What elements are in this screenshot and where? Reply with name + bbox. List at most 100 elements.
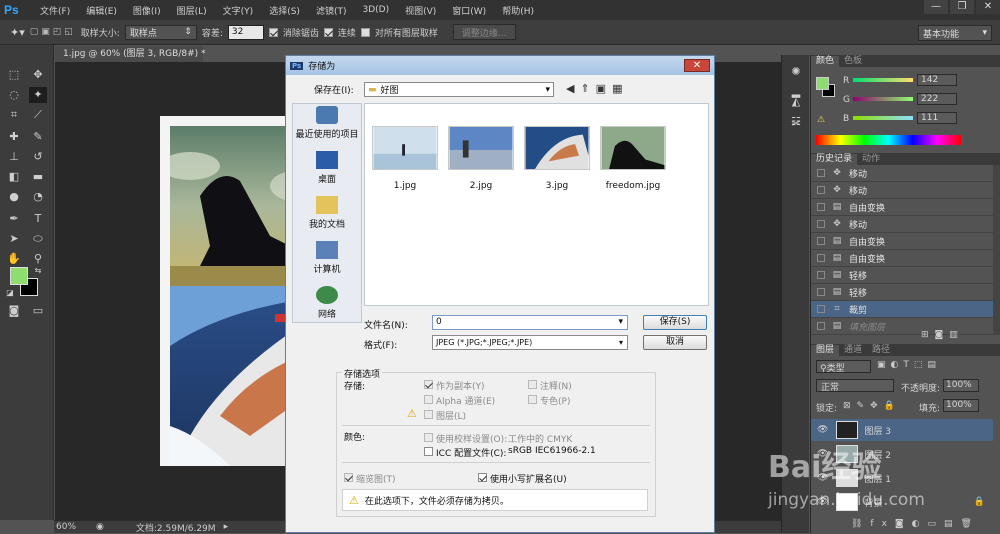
close-icon[interactable]: ✕: [684, 59, 710, 72]
move-tool-icon[interactable]: ✥: [29, 67, 47, 83]
blur-tool-icon[interactable]: ●: [5, 189, 23, 205]
history-brush-icon[interactable]: ↺: [29, 149, 47, 165]
history-item[interactable]: ▤ 轻移: [811, 267, 993, 284]
history-checkbox[interactable]: [817, 169, 825, 177]
marquee-tool-icon[interactable]: ⬚: [5, 67, 23, 83]
menu-filter[interactable]: 滤镜(T): [308, 4, 355, 17]
eraser-tool-icon[interactable]: ◧: [5, 169, 23, 185]
blend-mode-select[interactable]: 正常: [816, 379, 894, 393]
tab-actions[interactable]: 动作: [857, 154, 885, 165]
screen-mode-icon[interactable]: ▭: [29, 303, 47, 319]
menu-select[interactable]: 选择(S): [261, 4, 308, 17]
brush-tool-icon[interactable]: ✎: [29, 129, 47, 145]
nav-buttons[interactable]: ◀⇑▣▦: [566, 82, 628, 95]
history-checkbox[interactable]: [817, 288, 825, 296]
history-checkbox[interactable]: [817, 305, 825, 313]
lock-icons[interactable]: ⊠✎✥🔒: [843, 401, 901, 411]
info-icon[interactable]: ◭: [788, 95, 804, 109]
tab-layers[interactable]: 图层: [811, 345, 840, 356]
restore-button[interactable]: ❐: [950, 0, 974, 14]
gamut-warning-icon[interactable]: ⚠: [817, 115, 825, 125]
brush-presets-icon[interactable]: ✂: [788, 117, 804, 131]
thumbnail-1[interactable]: [372, 126, 438, 170]
menu-type[interactable]: 文字(Y): [215, 4, 262, 17]
menu-view[interactable]: 视图(V): [397, 4, 444, 17]
quick-mask-icon[interactable]: ◙: [5, 303, 23, 319]
visibility-eye-icon[interactable]: 👁: [817, 425, 828, 435]
notes-checkbox[interactable]: [528, 380, 537, 389]
file-name[interactable]: 3.jpg: [522, 181, 592, 191]
history-checkbox[interactable]: [817, 271, 825, 279]
lowercase-ext-checkbox[interactable]: [478, 473, 487, 482]
use-proof-checkbox[interactable]: [424, 433, 433, 442]
history-footer-icons[interactable]: ⊞◙▥: [921, 330, 964, 340]
clone-stamp-icon[interactable]: ⊥: [5, 149, 23, 165]
file-name[interactable]: 2.jpg: [446, 181, 516, 191]
file-name[interactable]: 1.jpg: [370, 181, 440, 191]
thumbnail-4[interactable]: [600, 126, 666, 170]
magic-wand-tool-icon[interactable]: ✦▾: [10, 26, 25, 39]
contiguous-checkbox[interactable]: [323, 27, 333, 37]
ellipse-tool-icon[interactable]: ⬭: [29, 231, 47, 247]
selection-mode-icons[interactable]: ▢▣◰◱: [30, 27, 76, 37]
antialias-checkbox[interactable]: [268, 27, 278, 37]
pen-tool-icon[interactable]: ✒: [5, 211, 23, 227]
r-value-input[interactable]: 142: [917, 74, 957, 86]
filename-input[interactable]: 0 ▾: [432, 315, 628, 330]
tab-color[interactable]: 颜色: [811, 56, 840, 67]
fg-color-swatch[interactable]: [816, 77, 829, 90]
save-in-select[interactable]: ▬ 好图 ▾: [364, 82, 554, 97]
spot-checkbox[interactable]: [528, 395, 537, 404]
refine-edge-button[interactable]: 调整边缘...: [452, 24, 516, 40]
history-checkbox[interactable]: [817, 186, 825, 194]
layer-filter-select[interactable]: ⚲类型: [816, 360, 871, 374]
status-menu-icon[interactable]: ▸: [224, 522, 229, 532]
g-slider[interactable]: [853, 97, 913, 101]
foreground-color-swatch[interactable]: [10, 267, 28, 285]
thumbnail-3[interactable]: [524, 126, 590, 170]
type-tool-icon[interactable]: T: [29, 211, 47, 227]
history-item[interactable]: ▤ 轻移: [811, 284, 993, 301]
icc-checkbox[interactable]: [424, 447, 433, 456]
swap-colors-icon[interactable]: ⇆: [29, 263, 47, 279]
sample-all-layers-checkbox[interactable]: [360, 27, 370, 37]
place-computer[interactable]: 计算机: [294, 241, 360, 275]
place-documents[interactable]: 我的文档: [294, 196, 360, 230]
place-network[interactable]: 网络: [294, 286, 360, 320]
history-item[interactable]: ✥ 移动: [811, 182, 993, 199]
crop-tool-icon[interactable]: ⌗: [5, 107, 23, 123]
history-item[interactable]: ✥ 移动: [811, 165, 993, 182]
place-desktop[interactable]: 桌面: [294, 151, 360, 185]
b-slider[interactable]: [853, 116, 913, 120]
alpha-checkbox[interactable]: [424, 395, 433, 404]
r-slider[interactable]: [853, 78, 913, 82]
as-copy-checkbox[interactable]: [424, 380, 433, 389]
color-ramp[interactable]: [816, 135, 961, 145]
hand-tool-icon[interactable]: ✋: [5, 251, 23, 267]
history-checkbox[interactable]: [817, 237, 825, 245]
b-value-input[interactable]: 111: [917, 112, 957, 124]
history-item-selected[interactable]: ⌗ 裁剪: [811, 301, 993, 318]
menu-help[interactable]: 帮助(H): [494, 4, 542, 17]
sample-size-select[interactable]: 取样点 ⇕: [124, 24, 197, 40]
zoom-level[interactable]: 60%: [56, 522, 76, 532]
fill-input[interactable]: 100%: [943, 399, 979, 412]
dodge-tool-icon[interactable]: ◔: [29, 189, 47, 205]
healing-brush-icon[interactable]: ✚: [5, 129, 23, 145]
workspace-select[interactable]: 基本功能 ▾: [918, 25, 992, 41]
tolerance-input[interactable]: 32: [227, 24, 264, 40]
history-checkbox[interactable]: [817, 254, 825, 262]
tab-history[interactable]: 历史记录: [811, 154, 858, 165]
format-select[interactable]: JPEG (*.JPG;*.JPEG;*.JPE) ▾: [432, 335, 628, 350]
path-selection-icon[interactable]: ➤: [5, 231, 23, 247]
history-scrollbar[interactable]: [993, 165, 1000, 335]
menu-edit[interactable]: 编辑(E): [78, 4, 125, 17]
document-tab[interactable]: 1.jpg @ 60% (图层 3, RGB/8#) *: [55, 46, 206, 62]
eyedropper-tool-icon[interactable]: ⟋: [29, 107, 47, 123]
layer-filter-icons[interactable]: ▣◐T⬚▤: [877, 360, 941, 370]
menu-image[interactable]: 图像(I): [125, 4, 169, 17]
history-checkbox[interactable]: [817, 322, 825, 330]
thumbnail-checkbox[interactable]: [344, 473, 353, 482]
tab-paths[interactable]: 路径: [867, 345, 895, 356]
magic-wand-tool-icon[interactable]: ✦: [29, 87, 47, 103]
